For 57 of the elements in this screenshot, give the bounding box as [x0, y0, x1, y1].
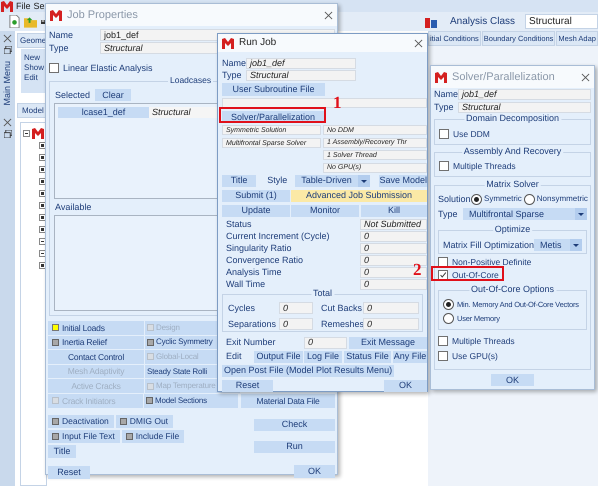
- checkbox-label: Linear Elastic Analysis: [63, 64, 153, 72]
- button-label: Initial Loads: [62, 324, 105, 332]
- group-title: Total: [311, 288, 334, 298]
- button-label: DMIG Out: [130, 416, 168, 426]
- checkbox-label: Use GPU(s): [452, 352, 498, 360]
- table-cell: lcase1_def: [58, 107, 149, 118]
- table-cell: Structural: [149, 107, 219, 118]
- button-label: Deactivation: [62, 416, 109, 426]
- checkbox-label: Use DDM: [453, 130, 490, 138]
- group-title: Domain Decomposition: [464, 114, 562, 123]
- field-label: Type: [438, 210, 459, 218]
- field-label: Name: [222, 59, 246, 68]
- checkbox-label: Multiple Threads: [453, 162, 516, 170]
- button-label: Inertia Relief: [62, 338, 107, 347]
- field-label: Type: [222, 71, 243, 80]
- field-label: Selected: [55, 90, 90, 100]
- field-label: Type: [434, 103, 455, 112]
- field-label: Cut Backs: [320, 304, 363, 312]
- field-label: Remeshes: [320, 320, 363, 328]
- field-label: Solution: [438, 194, 469, 204]
- field-label: Edit: [225, 352, 243, 361]
- button-label: Model Sections: [155, 396, 207, 405]
- step-number: 1: [333, 94, 342, 111]
- field-label: Current Increment (Cycle): [225, 232, 331, 241]
- button-label: Include File: [136, 432, 180, 440]
- dropdown-value: Multifrontal Sparse: [468, 210, 544, 218]
- group-title: Out-Of-Core Options: [468, 285, 556, 294]
- group-title: Loadcases: [168, 76, 214, 84]
- field-label: Singularity Ratio: [225, 244, 293, 253]
- field-label: Type: [48, 44, 70, 52]
- field-label: Cycles: [227, 304, 256, 312]
- window-title: Run Job: [239, 38, 278, 48]
- field-label: Matrix Fill Optimization: [443, 240, 534, 250]
- window-title: Job Properties: [67, 10, 139, 20]
- checkbox-label: Non-Positive Definite: [452, 258, 532, 266]
- panel-title: Main Menu: [3, 61, 12, 106]
- group-title: Matrix Solver: [484, 180, 541, 189]
- button-label: Cyclic Symmetry: [156, 338, 213, 346]
- group-title: Optimize: [492, 225, 532, 234]
- checkbox-label: Out-Of-Core: [452, 270, 499, 280]
- button-label: Input File Text: [62, 432, 115, 440]
- field-label: Name: [48, 30, 74, 40]
- field-label: Status: [225, 220, 253, 229]
- group-title: Assembly And Recovery: [462, 147, 564, 156]
- dropdown-value: Metis: [539, 240, 562, 250]
- radio-label: Nonsymmetric: [536, 195, 588, 203]
- field-label: Available: [55, 203, 92, 212]
- field-label: Wall Time: [225, 280, 266, 289]
- field-label: Name: [434, 90, 458, 99]
- field-label: Convergence Ratio: [225, 256, 304, 265]
- radio-label: Symmetric: [484, 195, 522, 203]
- field-label: Analysis Class: [450, 16, 516, 26]
- field-label: Style: [267, 176, 288, 185]
- dropdown-value: Table-Driven: [300, 176, 352, 185]
- checkbox-label: Multiple Threads: [452, 336, 515, 346]
- field-label: Analysis Time: [225, 268, 283, 277]
- window-title: Solver/Parallelization: [452, 72, 556, 82]
